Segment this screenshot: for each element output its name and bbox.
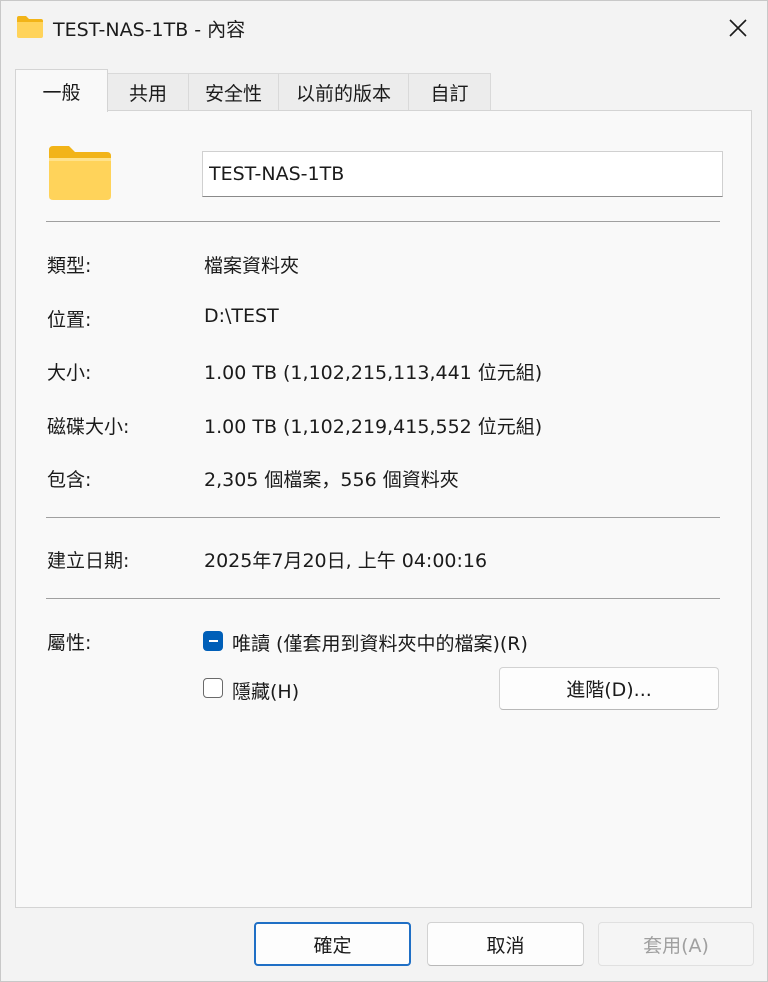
disk-size-value: 1.00 TB (1,102,219,415,552 位元組) <box>204 416 543 438</box>
hidden-checkbox[interactable] <box>203 678 223 698</box>
tab-bar: 一般 共用 安全性 以前的版本 自訂 <box>15 69 755 112</box>
location-label: 位置: <box>47 309 92 331</box>
attributes-label: 屬性: <box>47 632 92 654</box>
disk-size-label: 磁碟大小: <box>47 416 130 438</box>
size-label: 大小: <box>47 362 92 384</box>
type-label: 類型: <box>47 255 92 277</box>
folder-name-input[interactable] <box>202 151 723 197</box>
properties-dialog: TEST-NAS-1TB - 內容 一般 共用 安全性 以前的版本 自訂 類型:… <box>0 0 768 982</box>
divider <box>46 598 720 599</box>
advanced-button[interactable]: 進階(D)... <box>499 667 719 710</box>
tab-previous-versions[interactable]: 以前的版本 <box>278 73 409 111</box>
created-label: 建立日期: <box>47 550 130 572</box>
contains-value: 2,305 個檔案，556 個資料夾 <box>204 469 459 491</box>
divider <box>46 221 720 222</box>
cancel-button[interactable]: 取消 <box>427 922 584 966</box>
tab-sharing[interactable]: 共用 <box>107 73 189 111</box>
folder-icon <box>49 146 111 200</box>
readonly-checkbox-label[interactable]: 唯讀 (僅套用到資料夾中的檔案)(R) <box>232 629 528 656</box>
close-button[interactable] <box>713 9 763 47</box>
general-panel <box>15 110 752 908</box>
tab-security[interactable]: 安全性 <box>188 73 279 111</box>
type-value: 檔案資料夾 <box>204 255 300 277</box>
folder-icon <box>17 16 43 38</box>
title-bar: TEST-NAS-1TB - 內容 <box>1 1 767 57</box>
size-value: 1.00 TB (1,102,215,113,441 位元組) <box>204 362 543 384</box>
apply-button: 套用(A) <box>598 922 754 966</box>
close-icon <box>729 19 747 37</box>
tab-customize[interactable]: 自訂 <box>408 73 491 111</box>
readonly-checkbox[interactable] <box>203 631 223 651</box>
contains-label: 包含: <box>47 469 92 491</box>
window-title: TEST-NAS-1TB - 內容 <box>53 19 246 41</box>
ok-button[interactable]: 確定 <box>254 922 411 966</box>
location-value: D:\TEST <box>204 305 279 327</box>
hidden-checkbox-label[interactable]: 隱藏(H) <box>232 677 299 704</box>
created-value: 2025年7月20日, 上午 04:00:16 <box>204 550 488 572</box>
tab-general[interactable]: 一般 <box>15 69 108 112</box>
divider <box>46 517 720 518</box>
